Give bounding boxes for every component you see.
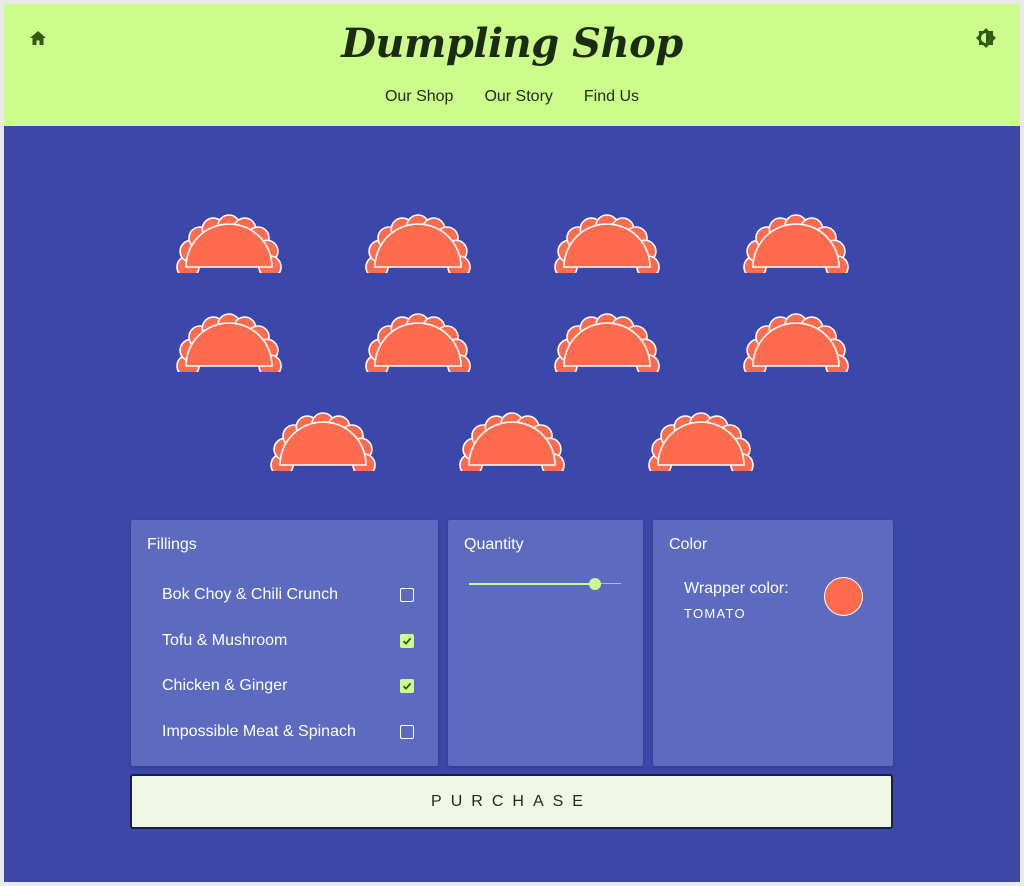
dumpling-icon [648, 412, 754, 471]
brightness-icon [976, 28, 996, 48]
quantity-panel: Quantity [448, 520, 643, 766]
dumpling-row [4, 308, 1020, 407]
fillings-title: Fillings [147, 536, 197, 553]
quantity-title: Quantity [464, 536, 524, 553]
wrapper-color-swatch[interactable] [824, 577, 863, 616]
dumpling-icon [553, 313, 660, 372]
slider-thumb[interactable] [589, 578, 602, 590]
main-nav: Our Shop Our Story Find Us [4, 88, 1020, 106]
filling-checkbox[interactable] [400, 725, 414, 739]
filling-label: Impossible Meat & Spinach [162, 723, 356, 740]
dumpling-icon [742, 214, 849, 273]
app-frame: Dumpling Shop Our Shop Our Story Find Us… [4, 4, 1020, 882]
filling-option[interactable]: Impossible Meat & Spinach [162, 720, 414, 744]
dumpling-display [4, 209, 1020, 506]
slider-track-filled [469, 583, 596, 585]
dumpling-icon [364, 214, 471, 273]
dumpling-icon [459, 412, 565, 471]
filling-label: Bok Choy & Chili Crunch [162, 586, 339, 603]
site-title: Dumpling Shop [341, 20, 683, 67]
filling-checkbox[interactable] [400, 588, 414, 602]
nav-our-story[interactable]: Our Story [484, 88, 552, 106]
dumpling-icon [742, 313, 849, 372]
color-panel: Color Wrapper color: TOMATO [653, 520, 893, 766]
nav-our-shop[interactable]: Our Shop [385, 88, 453, 106]
filling-option[interactable]: Chicken & Ginger [162, 674, 414, 698]
filling-label: Chicken & Ginger [162, 677, 288, 694]
dumpling-row [4, 209, 1020, 308]
filling-option[interactable]: Bok Choy & Chili Crunch [162, 583, 414, 607]
dumpling-row [4, 407, 1020, 506]
purchase-button[interactable]: PURCHASE [130, 774, 893, 829]
dumpling-icon [175, 214, 282, 273]
filling-checkbox[interactable] [400, 679, 414, 693]
wrapper-color-value: TOMATO [684, 606, 746, 621]
nav-find-us[interactable]: Find Us [584, 88, 639, 106]
check-icon [402, 682, 412, 690]
dumpling-icon [364, 313, 471, 372]
color-title: Color [669, 536, 708, 553]
dumpling-icon [270, 412, 376, 471]
dumpling-icon [553, 214, 660, 273]
filling-checkbox[interactable] [400, 634, 414, 648]
fillings-panel: Fillings Bok Choy & Chili Crunch Tofu & … [131, 520, 438, 766]
check-icon [402, 637, 412, 645]
quantity-slider[interactable] [469, 576, 621, 592]
theme-toggle-button[interactable] [974, 26, 998, 50]
dumpling-icon [175, 313, 282, 372]
wrapper-color-label: Wrapper color: [684, 580, 789, 597]
site-header: Dumpling Shop Our Shop Our Story Find Us [4, 4, 1020, 126]
filling-label: Tofu & Mushroom [162, 632, 288, 649]
filling-option[interactable]: Tofu & Mushroom [162, 629, 414, 653]
